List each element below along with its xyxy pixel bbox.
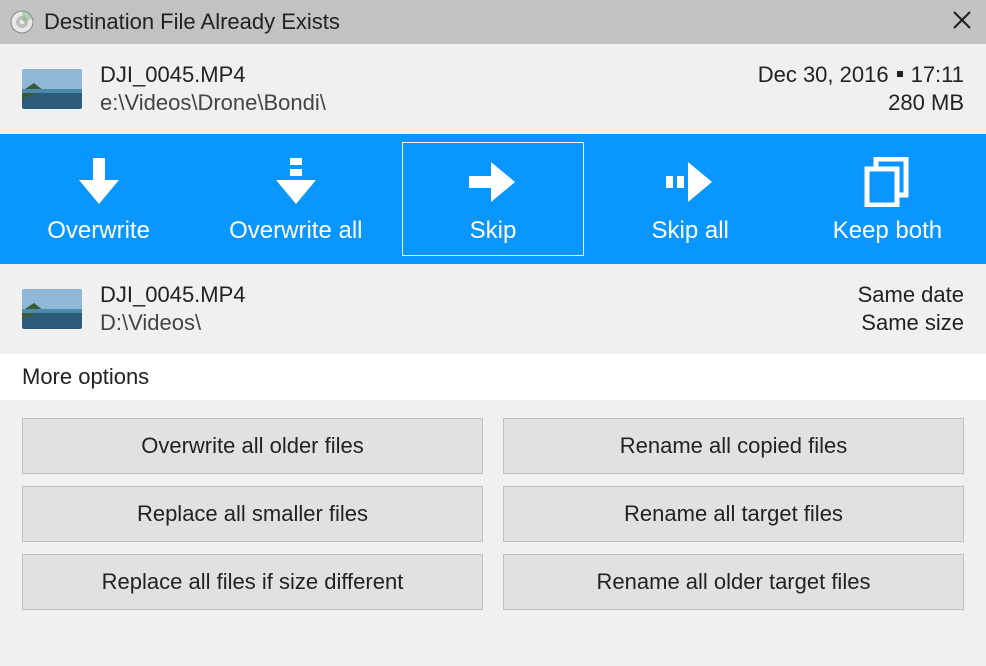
overwrite-older-button[interactable]: Overwrite all older files xyxy=(22,418,483,474)
rename-older-target-button[interactable]: Rename all older target files xyxy=(503,554,964,610)
keep-both-button[interactable]: Keep both xyxy=(789,134,986,264)
arrow-right-icon xyxy=(467,153,519,211)
copy-icon xyxy=(864,153,910,211)
titlebar: Destination File Already Exists xyxy=(0,0,986,44)
app-icon xyxy=(10,10,34,34)
rename-target-button[interactable]: Rename all target files xyxy=(503,486,964,542)
action-bar: Overwrite Overwrite all Skip xyxy=(0,134,986,264)
skip-label: Skip xyxy=(470,217,517,245)
destination-thumbnail xyxy=(22,289,82,329)
replace-smaller-button[interactable]: Replace all smaller files xyxy=(22,486,483,542)
destination-path: D:\Videos\ xyxy=(100,310,840,336)
source-datetime: Dec 30, 2016 17:11 xyxy=(758,62,964,88)
source-file-row: DJI_0045.MP4 e:\Videos\Drone\Bondi\ Dec … xyxy=(0,44,986,134)
more-options-header: More options xyxy=(0,354,986,400)
overwrite-all-label: Overwrite all xyxy=(229,217,362,245)
destination-file-info: DJI_0045.MP4 D:\Videos\ xyxy=(100,282,840,336)
arrow-down-dashed-icon xyxy=(272,153,320,211)
keep-both-label: Keep both xyxy=(833,217,942,245)
destination-file-meta: Same date Same size xyxy=(858,282,964,336)
replace-diff-size-button[interactable]: Replace all files if size different xyxy=(22,554,483,610)
rename-copied-button[interactable]: Rename all copied files xyxy=(503,418,964,474)
skip-all-button[interactable]: Skip all xyxy=(592,134,789,264)
dot-separator-icon xyxy=(897,71,903,77)
source-date: Dec 30, 2016 xyxy=(758,62,889,87)
destination-size-compare: Same size xyxy=(858,310,964,336)
source-size: 280 MB xyxy=(758,90,964,116)
source-path: e:\Videos\Drone\Bondi\ xyxy=(100,90,740,116)
destination-file-row: DJI_0045.MP4 D:\Videos\ Same date Same s… xyxy=(0,264,986,354)
destination-date-compare: Same date xyxy=(858,282,964,308)
more-options-grid: Overwrite all older files Rename all cop… xyxy=(0,400,986,632)
source-time: 17:11 xyxy=(911,62,964,87)
overwrite-label: Overwrite xyxy=(47,217,150,245)
source-file-meta: Dec 30, 2016 17:11 280 MB xyxy=(758,62,964,116)
source-file-info: DJI_0045.MP4 e:\Videos\Drone\Bondi\ xyxy=(100,62,740,116)
dialog-window: Destination File Already Exists DJI_0045… xyxy=(0,0,986,666)
overwrite-button[interactable]: Overwrite xyxy=(0,134,197,264)
close-button[interactable] xyxy=(932,10,972,35)
source-filename: DJI_0045.MP4 xyxy=(100,62,740,88)
arrow-down-icon xyxy=(75,153,123,211)
skip-all-label: Skip all xyxy=(652,217,729,245)
source-thumbnail xyxy=(22,69,82,109)
overwrite-all-button[interactable]: Overwrite all xyxy=(197,134,394,264)
destination-filename: DJI_0045.MP4 xyxy=(100,282,840,308)
window-title: Destination File Already Exists xyxy=(44,9,932,35)
arrow-right-dashed-icon xyxy=(664,153,716,211)
skip-button[interactable]: Skip xyxy=(394,134,591,264)
